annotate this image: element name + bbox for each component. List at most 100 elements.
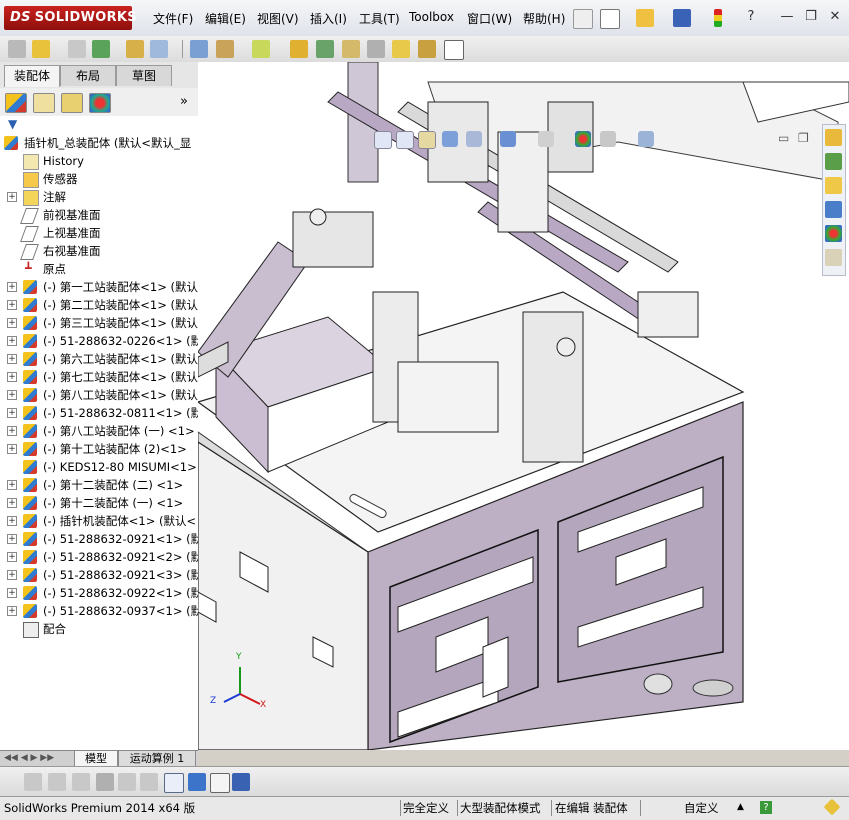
design-library-icon[interactable] (825, 153, 842, 170)
large-assembly-mode-status[interactable]: 大型装配体模式 (460, 800, 541, 816)
tree-item[interactable]: 配合 (0, 620, 198, 638)
tab-model[interactable]: 模型 (74, 751, 118, 767)
file-explorer-icon[interactable] (825, 177, 842, 194)
expand-toggle-icon[interactable]: + (7, 606, 17, 616)
edit-component-icon[interactable] (8, 40, 26, 58)
expand-toggle-icon[interactable]: + (7, 444, 17, 454)
units-selector[interactable]: 自定义 (684, 800, 719, 816)
expand-toggle-icon[interactable]: + (7, 534, 17, 544)
assembly-features-icon[interactable] (216, 40, 234, 58)
expand-toggle-icon[interactable]: + (7, 426, 17, 436)
menu-view[interactable]: 视图(V) (257, 10, 299, 27)
tree-item[interactable]: History (0, 152, 198, 170)
menu-window[interactable]: 窗口(W) (467, 10, 512, 27)
menu-toolbox[interactable]: Toolbox (409, 10, 454, 24)
configurationmanager-icon[interactable] (61, 93, 83, 113)
resources-home-icon[interactable] (825, 129, 842, 146)
units-dropdown-icon[interactable]: ▲ (737, 802, 744, 812)
expand-toggle-icon[interactable]: + (7, 588, 17, 598)
quick-tips-help-icon[interactable]: ? (760, 801, 772, 814)
table-tool-icon[interactable] (210, 773, 230, 793)
filter-icon[interactable]: ▼ (8, 117, 17, 131)
tree-item[interactable]: + (-) 第七工站装配体<1> (默认 (0, 368, 198, 386)
rebuild-traffic-light-icon[interactable] (714, 9, 722, 27)
mate-icon[interactable] (68, 40, 86, 58)
expand-toggle-icon[interactable]: + (7, 390, 17, 400)
tree-item[interactable]: 上视基准面 (0, 224, 198, 242)
smart-fasteners-icon[interactable] (126, 40, 144, 58)
axis-tool-icon[interactable] (164, 773, 184, 793)
feature-tool-icon[interactable] (48, 773, 66, 791)
tree-item[interactable]: + (-) 51-288632-0921<1> (默认 (0, 530, 198, 548)
menu-file[interactable]: 文件(F) (153, 10, 193, 27)
tree-item[interactable]: + (-) 第十二装配体 (一) <1> (0, 494, 198, 512)
tree-item[interactable]: + (-) 第八工站装配体<1> (默认 (0, 386, 198, 404)
close-button[interactable]: ✕ (826, 8, 844, 26)
tag-icon[interactable] (823, 798, 841, 816)
shaded-view-icon[interactable] (188, 773, 206, 791)
tree-item[interactable]: (-) KEDS12-80 MISUMI<1> (默 (0, 458, 198, 476)
custom-properties-icon[interactable] (825, 249, 842, 266)
tab-sketch[interactable]: 草图 (116, 65, 172, 86)
tree-item[interactable]: + (-) 51-288632-0226<1> (默认 (0, 332, 198, 350)
expand-toggle-icon[interactable]: + (7, 318, 17, 328)
tree-item[interactable]: + 注解 (0, 188, 198, 206)
expand-toggle-icon[interactable]: + (7, 480, 17, 490)
menu-tools[interactable]: 工具(T) (359, 10, 400, 27)
tree-item[interactable]: + (-) 第一工站装配体<1> (默认 (0, 278, 198, 296)
chevron-right-icon[interactable]: » (180, 94, 188, 109)
save-icon[interactable] (673, 9, 691, 27)
tree-item[interactable]: + (-) 第二工站装配体<1> (默认 (0, 296, 198, 314)
linear-pattern-icon[interactable] (92, 40, 110, 58)
tree-item[interactable]: + (-) 第三工站装配体<1> (默认 (0, 314, 198, 332)
tree-item[interactable]: + (-) 51-288632-0921<2> (默认 (0, 548, 198, 566)
tree-item[interactable]: + (-) 第十工站装配体 (2)<1> (0, 440, 198, 458)
tree-item[interactable]: ┻ 原点 (0, 260, 198, 278)
tab-assembly[interactable]: 装配体 (4, 65, 60, 87)
view-palette-icon[interactable] (825, 201, 842, 218)
menu-insert[interactable]: 插入(I) (310, 10, 347, 27)
help-button[interactable]: ? (742, 8, 760, 26)
move-component-icon[interactable] (150, 40, 168, 58)
minimize-button[interactable]: — (778, 8, 796, 26)
displaymanager-icon[interactable] (89, 93, 111, 113)
expand-toggle-icon[interactable]: + (7, 498, 17, 508)
expand-toggle-icon[interactable]: + (7, 282, 17, 292)
pin-icon[interactable] (573, 9, 593, 29)
expand-toggle-icon[interactable]: + (7, 408, 17, 418)
exploded-view-icon[interactable] (342, 40, 360, 58)
solidworks-logo[interactable]: DS SOLIDWORKS (4, 6, 137, 30)
new-motion-study-icon[interactable] (290, 40, 308, 58)
bill-of-materials-icon[interactable] (316, 40, 334, 58)
expand-toggle-icon[interactable]: + (7, 570, 17, 580)
tree-root-assembly[interactable]: 插针机_总装配体 (默认<默认_显 (0, 134, 198, 152)
interference-detection-icon[interactable] (392, 40, 410, 58)
open-folder-icon[interactable] (636, 9, 654, 27)
mate-tool-icon[interactable] (72, 773, 90, 791)
appearances-icon[interactable] (825, 225, 842, 242)
tree-item[interactable]: 前视基准面 (0, 206, 198, 224)
expand-toggle-icon[interactable]: + (7, 300, 17, 310)
expand-toggle-icon[interactable]: + (7, 516, 17, 526)
expand-toggle-icon[interactable]: + (7, 354, 17, 364)
featuremanager-tree-icon[interactable] (5, 93, 27, 113)
tree-item[interactable]: + (-) 第八工站装配体 (一) <1> (0, 422, 198, 440)
tree-item[interactable]: + (-) 插针机装配体<1> (默认< (0, 512, 198, 530)
tab-motion-study-1[interactable]: 运动算例 1 (118, 751, 196, 767)
scroll-arrows-icon[interactable]: ◀◀ ◀ ▶ ▶▶ (4, 753, 54, 763)
restore-button[interactable]: ❐ (802, 8, 820, 26)
expand-toggle-icon[interactable]: + (7, 336, 17, 346)
tree-item[interactable]: 右视基准面 (0, 242, 198, 260)
tab-layout[interactable]: 布局 (60, 65, 116, 86)
render-tool-icon[interactable] (232, 773, 250, 791)
sketch-tool-icon[interactable] (24, 773, 42, 791)
propertymanager-icon[interactable] (33, 93, 55, 113)
tree-item[interactable]: + (-) 第六工站装配体<1> (默认 (0, 350, 198, 368)
insert-component-icon[interactable] (32, 40, 50, 58)
tree-item[interactable]: + (-) 51-288632-0922<1> (默认 (0, 584, 198, 602)
explode-line-sketch-icon[interactable] (367, 40, 385, 58)
clearance-verification-icon[interactable] (418, 40, 436, 58)
tree-item[interactable]: + (-) 第十二装配体 (二) <1> (0, 476, 198, 494)
show-hidden-icon[interactable] (190, 40, 208, 58)
grid-tool-icon[interactable] (118, 773, 136, 791)
